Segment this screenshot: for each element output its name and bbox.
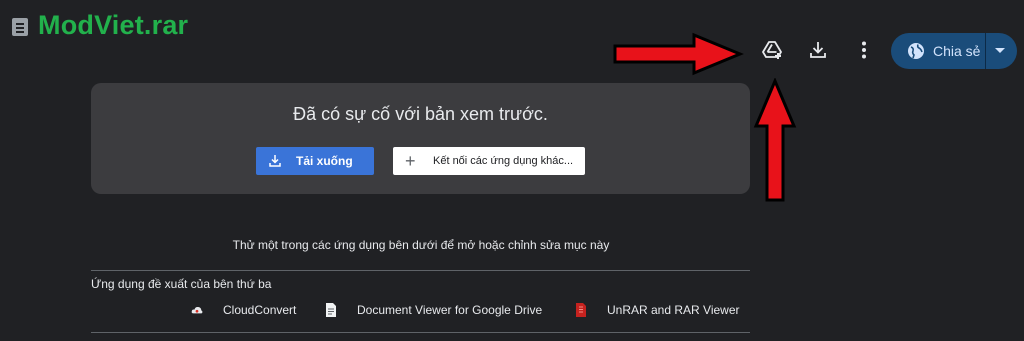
divider-top — [91, 270, 750, 271]
divider-bottom — [91, 332, 750, 333]
share-button[interactable]: Chia sẻ — [891, 33, 1017, 69]
file-title: ModViet.rar — [38, 10, 189, 40]
share-label: Chia sẻ — [933, 43, 981, 59]
more-options-button[interactable] — [848, 34, 880, 66]
cloudconvert-icon — [191, 306, 203, 314]
add-to-drive-icon — [762, 41, 782, 59]
download-icon — [269, 155, 281, 167]
more-vert-icon — [862, 41, 866, 59]
app-label: UnRAR and RAR Viewer — [607, 303, 740, 317]
share-divider — [985, 33, 986, 69]
app-label: Document Viewer for Google Drive — [357, 303, 543, 317]
app-document-viewer[interactable]: Document Viewer for Google Drive — [325, 300, 542, 320]
app-label: CloudConvert — [223, 303, 297, 317]
caret-down-icon[interactable] — [995, 48, 1005, 53]
app-unrar[interactable]: UnRAR and RAR Viewer — [575, 300, 740, 320]
plus-icon: + — [405, 151, 416, 171]
suggested-apps-label: Ứng dụng đề xuất của bên thứ ba — [91, 277, 272, 291]
archive-file-icon — [12, 18, 28, 36]
apps-hint: Thử một trong các ứng dụng bên dưới để m… — [232, 238, 610, 252]
app-cloudconvert[interactable]: CloudConvert — [191, 300, 296, 320]
download-primary-button[interactable]: Tải xuống — [256, 147, 374, 175]
rar-file-icon — [576, 303, 586, 317]
annotation-arrow-right — [613, 32, 744, 76]
preview-error-message: Đã có sự cố với bản xem trước. — [293, 104, 548, 124]
globe-icon — [908, 43, 924, 59]
download-button[interactable] — [802, 34, 834, 66]
add-to-drive-button[interactable] — [756, 34, 788, 66]
download-icon — [810, 42, 826, 58]
annotation-arrow-up — [753, 78, 797, 202]
preview-error-panel: Đã có sự cố với bản xem trước. Tải xuống… — [91, 83, 750, 194]
connect-apps-button[interactable]: + Kết nối các ứng dụng khác... — [393, 147, 585, 175]
document-icon — [326, 303, 336, 317]
connect-apps-label: Kết nối các ứng dụng khác... — [433, 155, 574, 167]
download-label: Tải xuống — [296, 154, 353, 168]
